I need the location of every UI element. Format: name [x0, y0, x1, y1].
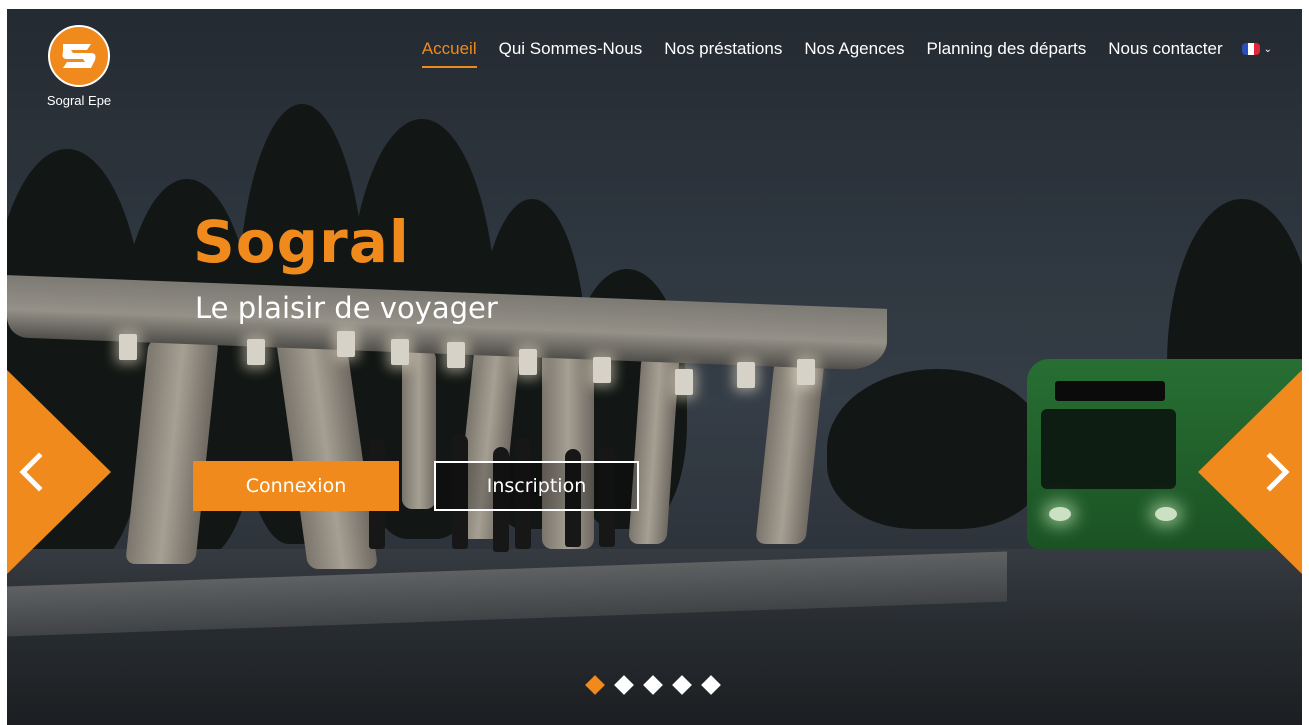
language-selector[interactable]: ⌄ — [1234, 43, 1272, 55]
carousel-prev-button[interactable] — [7, 370, 111, 574]
nav-item-accueil[interactable]: Accueil — [411, 39, 488, 68]
hero-subtitle: Le plaisir de voyager — [195, 291, 498, 325]
site-logo[interactable]: Sogral Epe — [29, 25, 129, 108]
login-button[interactable]: Connexion — [193, 461, 399, 511]
hero-title: Sogral — [193, 208, 410, 276]
nav-item-planning[interactable]: Planning des départs — [916, 39, 1098, 59]
carousel-dot-1[interactable] — [585, 675, 605, 695]
register-button[interactable]: Inscription — [434, 461, 639, 511]
chevron-down-icon: ⌄ — [1263, 43, 1272, 55]
carousel-dot-2[interactable] — [614, 675, 634, 695]
carousel-next-button[interactable] — [1198, 370, 1302, 574]
nav-item-agences[interactable]: Nos Agences — [793, 39, 915, 59]
france-flag-icon — [1241, 43, 1260, 55]
carousel-dot-3[interactable] — [643, 675, 663, 695]
bus-logo-icon — [48, 25, 110, 87]
hero-background-image — [7, 9, 1302, 725]
carousel-indicators — [585, 675, 721, 695]
brand-name: Sogral Epe — [46, 93, 112, 108]
nav-item-contact[interactable]: Nous contacter — [1097, 39, 1233, 59]
nav-item-prestations[interactable]: Nos préstations — [653, 39, 793, 59]
hero-carousel: Sogral Epe Accueil Qui Sommes-Nous Nos p… — [7, 9, 1302, 725]
carousel-dot-4[interactable] — [672, 675, 692, 695]
nav-item-qui-sommes-nous[interactable]: Qui Sommes-Nous — [488, 39, 654, 59]
carousel-dot-5[interactable] — [701, 675, 721, 695]
main-navigation: Accueil Qui Sommes-Nous Nos préstations … — [411, 39, 1272, 68]
